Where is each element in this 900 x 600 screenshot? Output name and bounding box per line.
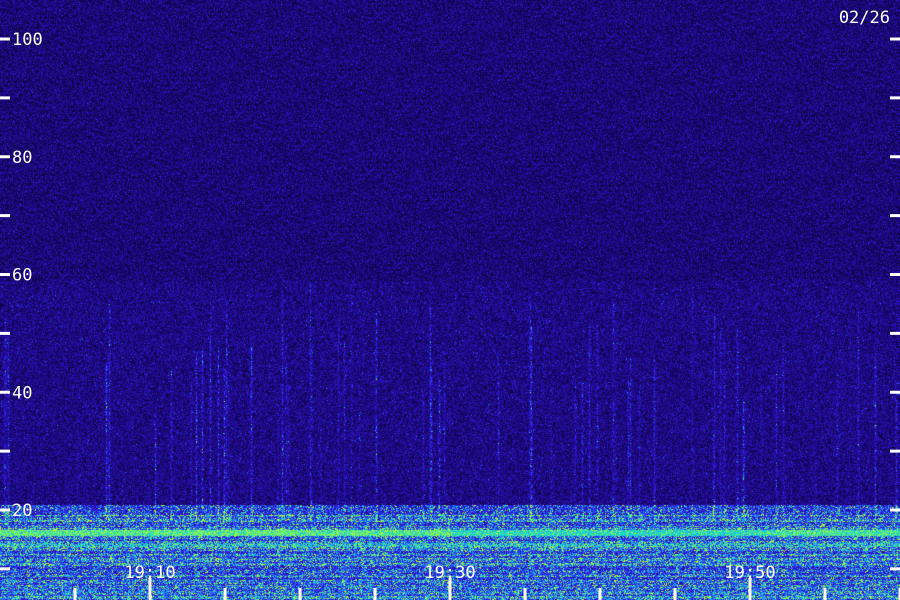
axis-overlay: 20 40 60 80 100 19:10 19:30 19:50 02/26 — [0, 8, 900, 600]
y-tick-label-20: 20 — [12, 501, 32, 521]
x-tick-label-1950: 19:50 — [724, 563, 775, 583]
y-tick-labels: 20 40 60 80 100 — [12, 30, 43, 521]
x-tick-labels: 19:10 19:30 19:50 — [124, 563, 775, 583]
spectrogram-chart: 20 40 60 80 100 19:10 19:30 19:50 02/26 — [0, 0, 900, 600]
y-tick-label-100: 100 — [12, 30, 43, 50]
y-tick-label-80: 80 — [12, 148, 32, 168]
y-tick-label-60: 60 — [12, 266, 32, 286]
date-label: 02/26 — [839, 8, 890, 28]
x-tick-label-1910: 19:10 — [124, 563, 175, 583]
y-tick-label-40: 40 — [12, 383, 32, 403]
x-tick-label-1930: 19:30 — [424, 563, 475, 583]
tick-marks — [0, 37, 900, 600]
